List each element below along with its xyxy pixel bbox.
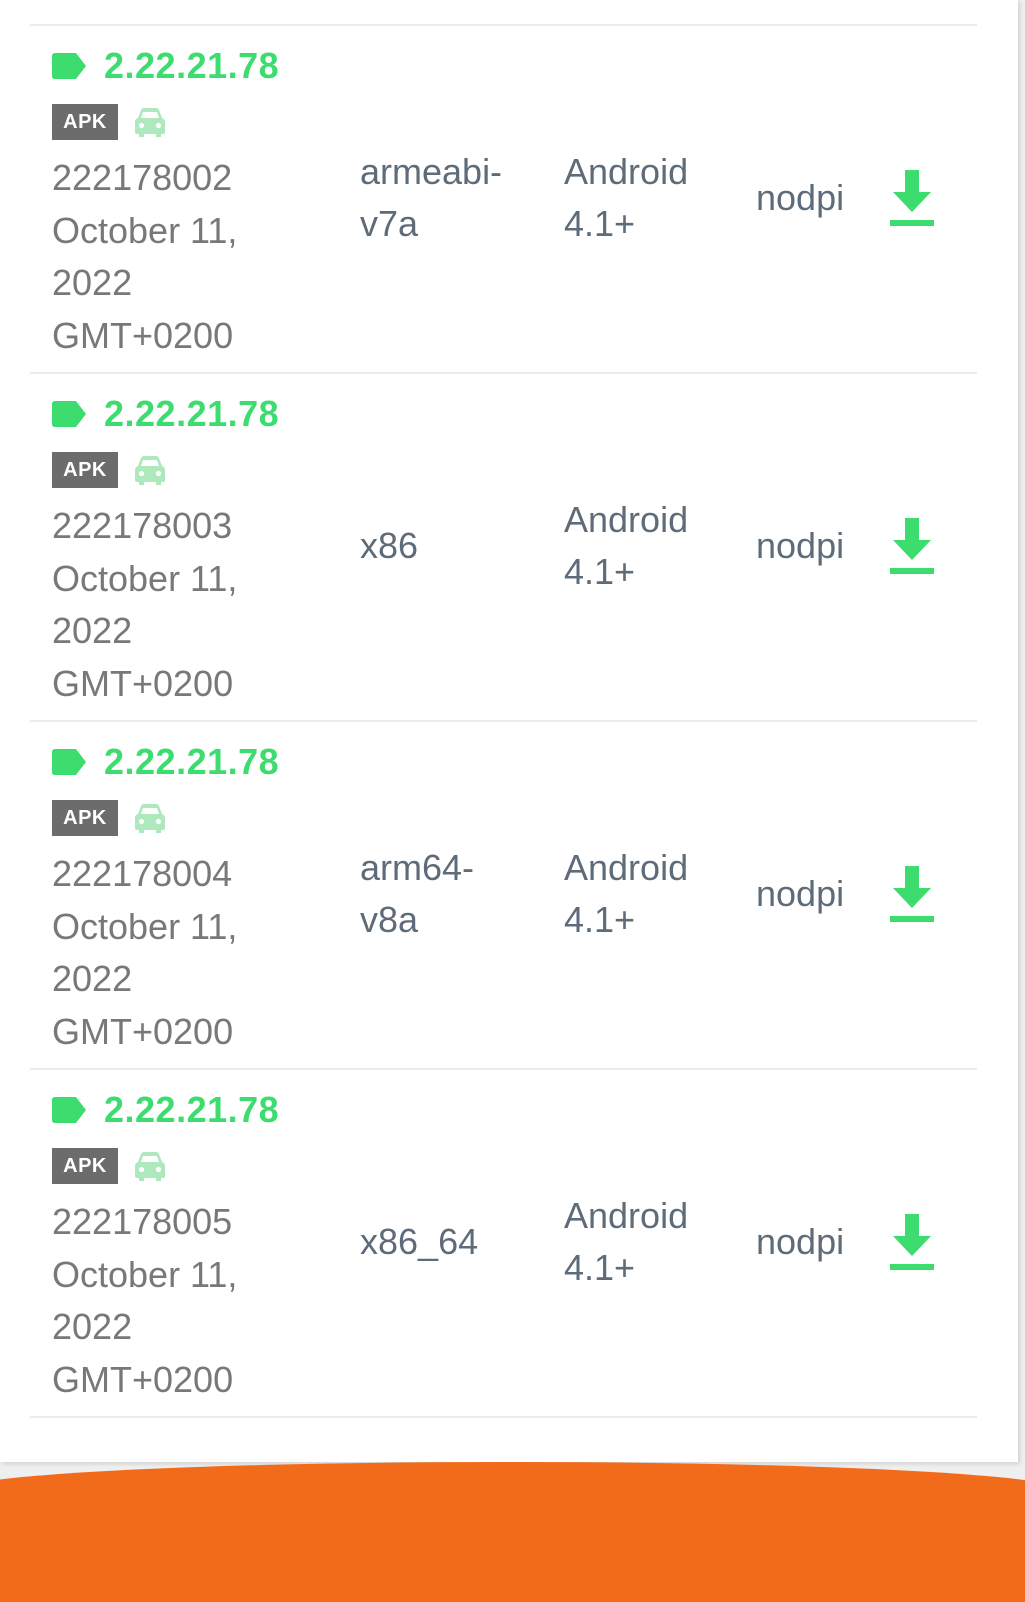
arch-line-1: x86_64 bbox=[360, 1221, 479, 1262]
dpi: nodpi bbox=[756, 873, 845, 914]
architecture: armeabi- v7a bbox=[360, 146, 550, 250]
android-line-2: 4.1+ bbox=[564, 203, 636, 244]
car-icon bbox=[135, 456, 165, 485]
date-line-2: 2022 bbox=[52, 958, 133, 999]
dpi: nodpi bbox=[756, 177, 845, 218]
tag-icon bbox=[52, 53, 86, 79]
apk-badge: APK bbox=[52, 452, 118, 488]
android-line-1: Android bbox=[564, 847, 689, 888]
variants-card: 2.22.21.78 APK 222178002 October 11, 202… bbox=[0, 0, 1018, 1462]
version-link[interactable]: 2.22.21.78 bbox=[104, 1089, 279, 1131]
timezone: GMT+0200 bbox=[52, 1010, 234, 1052]
min-android: Android 4.1+ bbox=[564, 146, 734, 250]
version-line: 2.22.21.78 bbox=[52, 392, 279, 436]
version-link[interactable]: 2.22.21.78 bbox=[104, 741, 279, 783]
architecture: x86_64 bbox=[360, 1216, 550, 1268]
version-line: 2.22.21.78 bbox=[52, 44, 279, 88]
build-number: 222178002 bbox=[52, 157, 233, 198]
badge-line: APK bbox=[52, 104, 168, 140]
badge-line: APK bbox=[52, 1148, 168, 1184]
download-icon[interactable] bbox=[888, 1214, 936, 1272]
date-line-2: 2022 bbox=[52, 262, 133, 303]
android-line-2: 4.1+ bbox=[564, 1247, 636, 1288]
car-icon bbox=[135, 108, 165, 137]
download-icon[interactable] bbox=[888, 170, 936, 228]
timezone: GMT+0200 bbox=[52, 1358, 234, 1400]
variant-row: 2.22.21.78 APK 222178005 October 11, 202… bbox=[30, 1070, 977, 1418]
badge-line: APK bbox=[52, 800, 168, 836]
date-line-1: October 11, bbox=[52, 209, 238, 251]
arch-line-2: v7a bbox=[360, 203, 419, 244]
badge-line: APK bbox=[52, 452, 168, 488]
min-android: Android 4.1+ bbox=[564, 842, 734, 946]
android-line-2: 4.1+ bbox=[564, 551, 636, 592]
date-line-2: 2022 bbox=[52, 1306, 133, 1347]
min-android: Android 4.1+ bbox=[564, 1190, 734, 1294]
car-icon bbox=[135, 804, 165, 833]
architecture: x86 bbox=[360, 520, 550, 572]
android-line-1: Android bbox=[564, 151, 689, 192]
date-line-1: October 11, bbox=[52, 557, 238, 599]
download-icon[interactable] bbox=[888, 518, 936, 576]
min-android: Android 4.1+ bbox=[564, 494, 734, 598]
android-line-2: 4.1+ bbox=[564, 899, 636, 940]
arch-line-1: arm64- bbox=[360, 847, 475, 888]
android-line-1: Android bbox=[564, 1195, 689, 1236]
build-info: 222178003 October 11, 2022 GMT+0200 bbox=[52, 500, 292, 710]
tag-icon bbox=[52, 1097, 86, 1123]
build-info: 222178004 October 11, 2022 GMT+0200 bbox=[52, 848, 292, 1058]
variant-row: 2.22.21.78 APK 222178004 October 11, 202… bbox=[30, 722, 977, 1070]
timezone: GMT+0200 bbox=[52, 314, 234, 356]
date-line-1: October 11, bbox=[52, 1253, 238, 1295]
build-info: 222178005 October 11, 2022 GMT+0200 bbox=[52, 1196, 292, 1406]
tag-icon bbox=[52, 401, 86, 427]
version-link[interactable]: 2.22.21.78 bbox=[104, 393, 279, 435]
architecture: arm64- v8a bbox=[360, 842, 550, 946]
version-link[interactable]: 2.22.21.78 bbox=[104, 45, 279, 87]
android-line-1: Android bbox=[564, 499, 689, 540]
build-number: 222178004 bbox=[52, 853, 233, 894]
apk-badge: APK bbox=[52, 104, 118, 140]
arch-line-1: armeabi- bbox=[360, 151, 503, 192]
variant-row: 2.22.21.78 APK 222178003 October 11, 202… bbox=[30, 374, 977, 722]
build-number: 222178003 bbox=[52, 505, 233, 546]
version-line: 2.22.21.78 bbox=[52, 1088, 279, 1132]
apk-badge: APK bbox=[52, 800, 118, 836]
arch-line-2: v8a bbox=[360, 899, 419, 940]
version-line: 2.22.21.78 bbox=[52, 740, 279, 784]
build-info: 222178002 October 11, 2022 GMT+0200 bbox=[52, 152, 292, 362]
tag-icon bbox=[52, 749, 86, 775]
timezone: GMT+0200 bbox=[52, 662, 234, 704]
date-line-2: 2022 bbox=[52, 610, 133, 651]
car-icon bbox=[135, 1152, 165, 1181]
apk-badge: APK bbox=[52, 1148, 118, 1184]
date-line-1: October 11, bbox=[52, 905, 238, 947]
variant-row: 2.22.21.78 APK 222178002 October 11, 202… bbox=[30, 26, 977, 374]
arch-line-1: x86 bbox=[360, 525, 419, 566]
dpi: nodpi bbox=[756, 1221, 845, 1262]
footer-arc bbox=[0, 1462, 1025, 1602]
download-icon[interactable] bbox=[888, 866, 936, 924]
dpi: nodpi bbox=[756, 525, 845, 566]
build-number: 222178005 bbox=[52, 1201, 233, 1242]
